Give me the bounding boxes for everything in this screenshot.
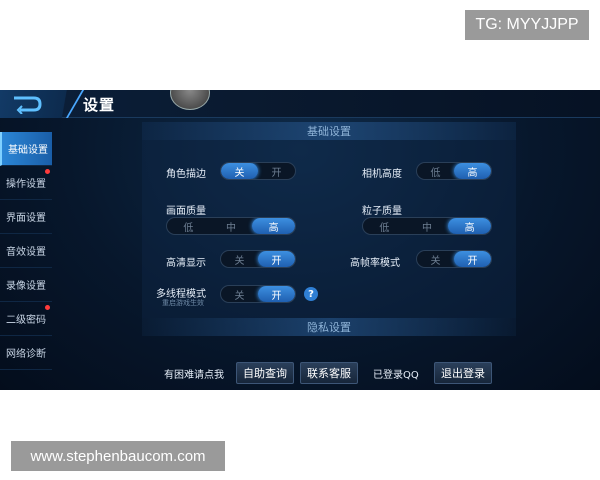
sidebar-item[interactable]: 音效设置	[0, 234, 52, 268]
sidebar-item[interactable]: 二级密码	[0, 302, 52, 336]
toggle-highfps[interactable]: 关开	[416, 250, 492, 268]
logout-button[interactable]: 退出登录	[434, 362, 492, 384]
sidebar: 基础设置操作设置界面设置音效设置录像设置二级密码网络诊断	[0, 132, 52, 370]
self-query-button[interactable]: 自助查询	[236, 362, 294, 384]
sidebar-item-label: 网络诊断	[6, 349, 46, 360]
sidebar-item[interactable]: 录像设置	[0, 268, 52, 302]
section-header-basic: 基础设置	[142, 122, 516, 140]
toggle-option[interactable]: 开	[258, 286, 295, 302]
label-highfps: 高帧率模式	[350, 258, 400, 269]
toggle-option[interactable]: 关	[221, 286, 258, 302]
toggle-option[interactable]: 开	[258, 163, 295, 179]
sidebar-item[interactable]: 网络诊断	[0, 336, 52, 370]
toggle-multithread[interactable]: 关开	[220, 285, 296, 303]
toggle-option[interactable]: 中	[210, 218, 253, 234]
contact-support-button[interactable]: 联系客服	[300, 362, 358, 384]
toggle-option[interactable]: 低	[417, 163, 454, 179]
toggle-option[interactable]: 关	[417, 251, 454, 267]
watermark-top: TG: MYYJJPP	[465, 10, 589, 40]
toggle-option[interactable]: 关	[221, 251, 258, 267]
notification-dot	[45, 305, 50, 310]
multithread-note: 重启游戏生效	[162, 299, 204, 307]
label-quality: 画面质量	[166, 206, 206, 217]
game-settings-screen: 设置 基础设置操作设置界面设置音效设置录像设置二级密码网络诊断 基础设置 角色描…	[0, 90, 600, 390]
label-particle: 粒子质量	[362, 206, 402, 217]
toggle-option[interactable]: 开	[258, 251, 295, 267]
label-hd: 高清显示	[166, 258, 206, 269]
sidebar-item-label: 界面设置	[6, 213, 46, 224]
help-icon[interactable]: ?	[304, 287, 318, 301]
toggle-hd[interactable]: 关开	[220, 250, 296, 268]
help-text: 有困难请点我	[164, 370, 224, 381]
label-outline: 角色描边	[166, 169, 206, 180]
page-title: 设置	[83, 96, 116, 114]
sidebar-item-label: 音效设置	[6, 247, 46, 258]
section-header-privacy: 隐私设置	[142, 318, 516, 336]
watermark-bottom: www.stephenbaucom.com	[11, 441, 225, 471]
sidebar-item[interactable]: 操作设置	[0, 166, 52, 200]
login-state: 已登录QQ	[373, 370, 419, 381]
toggle-option[interactable]: 低	[167, 218, 210, 234]
notification-dot	[45, 169, 50, 174]
sidebar-item-label: 二级密码	[6, 315, 46, 326]
sidebar-item-label: 操作设置	[6, 179, 46, 190]
toggle-option[interactable]: 高	[252, 218, 295, 234]
sidebar-item-label: 基础设置	[8, 145, 48, 156]
sidebar-item[interactable]: 界面设置	[0, 200, 52, 234]
toggle-option[interactable]: 中	[406, 218, 449, 234]
toggle-option[interactable]: 高	[454, 163, 491, 179]
toggle-camera[interactable]: 低高	[416, 162, 492, 180]
toggle-option[interactable]: 开	[454, 251, 491, 267]
toggle-particle[interactable]: 低中高	[362, 217, 492, 235]
sidebar-item[interactable]: 基础设置	[0, 132, 52, 166]
sidebar-item-label: 录像设置	[6, 281, 46, 292]
toggle-option[interactable]: 低	[363, 218, 406, 234]
toggle-outline[interactable]: 关开	[220, 162, 296, 180]
label-camera: 相机高度	[362, 169, 402, 180]
back-arrow-icon	[14, 96, 42, 114]
toggle-quality[interactable]: 低中高	[166, 217, 296, 235]
toggle-option[interactable]: 高	[448, 218, 491, 234]
toggle-option[interactable]: 关	[221, 163, 258, 179]
